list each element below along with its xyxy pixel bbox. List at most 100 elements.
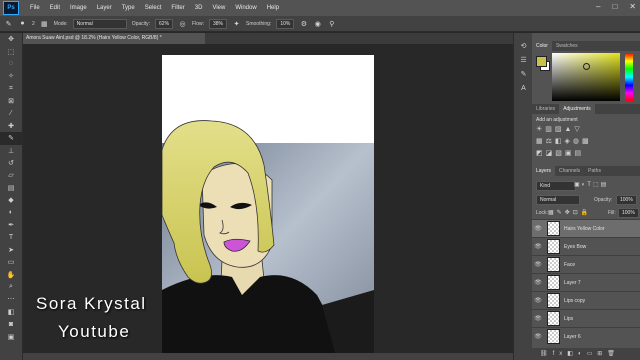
menu-3d[interactable]: 3D [190, 5, 208, 11]
layer-name: Lips copy [564, 297, 586, 304]
pen-tool-icon[interactable]: ✒ [0, 219, 22, 231]
minimize-icon[interactable]: – [596, 2, 600, 11]
layers-footer-icons[interactable]: ⛓fx◧◐▭⊞🗑 [532, 348, 640, 360]
fill-field[interactable]: 100% [618, 208, 639, 218]
opacity-field[interactable]: 62% [155, 18, 174, 29]
foreground-color-swatch[interactable] [536, 56, 547, 67]
color-picker-field[interactable] [552, 53, 620, 101]
layer-name: Eyes Bow [564, 243, 587, 250]
tab-channels[interactable]: Channels [555, 166, 584, 176]
frame-tool-icon[interactable]: ⊠ [0, 95, 22, 107]
layers-opacity-field[interactable]: 100% [616, 195, 637, 205]
blur-tool-icon[interactable]: ◆ [0, 194, 22, 206]
brush-settings-panel-icon[interactable]: ✎ [514, 67, 533, 81]
flow-field[interactable]: 38% [209, 18, 228, 29]
menu-file[interactable]: File [25, 5, 45, 11]
stamp-tool-icon[interactable]: ⊥ [0, 145, 22, 157]
pressure-size-icon[interactable]: ◉ [313, 20, 322, 28]
gradient-tool-icon[interactable]: ▤ [0, 182, 22, 194]
crop-tool-icon[interactable]: ⌗ [0, 83, 22, 95]
menu-edit[interactable]: Edit [45, 5, 65, 11]
tab-adjustments[interactable]: Adjustments [559, 104, 595, 114]
brush-settings-icon[interactable]: ▦ [40, 20, 49, 28]
watermark-line1: Sora Krystal [36, 294, 147, 313]
move-tool-icon[interactable]: ✥ [0, 33, 22, 45]
menu-filter[interactable]: Filter [166, 5, 189, 11]
eraser-tool-icon[interactable]: ▱ [0, 169, 22, 181]
marquee-tool-icon[interactable]: ⬚ [0, 45, 22, 57]
tab-paths[interactable]: Paths [584, 166, 605, 176]
menu-layer[interactable]: Layer [92, 5, 117, 11]
brush-tool-icon[interactable]: ✎ [4, 20, 13, 28]
history-brush-tool-icon[interactable]: ↺ [0, 157, 22, 169]
menu-type[interactable]: Type [117, 5, 140, 11]
hand-tool-icon[interactable]: ✋ [0, 268, 22, 280]
eye-icon[interactable]: 👁 [532, 225, 544, 232]
path-select-tool-icon[interactable]: ➤ [0, 244, 22, 256]
tab-layers[interactable]: Layers [532, 166, 556, 176]
quick-mask-icon[interactable]: ◙ [0, 318, 22, 330]
document-tab[interactable]: Amora Suaw Ainl.psd @ 18.2% (Hairs Yello… [23, 33, 205, 44]
brush-preset-icon[interactable]: ● [18, 20, 27, 27]
adjustment-icons-row1[interactable]: ☀▥▨▲▽ [536, 125, 583, 133]
tab-libraries[interactable]: Libraries [532, 104, 559, 114]
layer-filter-icons[interactable]: ▣◐T⬚▤ [574, 181, 608, 188]
brush-tool-icon[interactable]: ✎ [0, 132, 22, 145]
maximize-icon[interactable]: □ [612, 2, 617, 11]
menu-window[interactable]: Window [230, 5, 261, 11]
adjustment-icons-row3[interactable]: ◩◪▧▣▤ [536, 149, 584, 157]
eye-icon[interactable]: 👁 [532, 261, 544, 268]
airbrush-icon[interactable]: ✦ [232, 20, 241, 28]
layer-row[interactable]: 👁 Hairs Yellow Color [532, 219, 640, 237]
layer-filter-kind[interactable]: Kind [536, 181, 576, 191]
layer-row[interactable]: 👁 Lips [532, 309, 640, 327]
tab-swatches[interactable]: Swatches [552, 41, 582, 51]
color-swatch-icon[interactable]: ◧ [0, 306, 22, 318]
eye-icon[interactable]: 👁 [532, 333, 544, 340]
layer-row[interactable]: 👁 Layer 7 [532, 273, 640, 291]
lasso-tool-icon[interactable]: ◌ [0, 58, 22, 70]
document-canvas[interactable] [162, 55, 374, 360]
hue-slider[interactable] [625, 53, 633, 101]
character-icon[interactable]: A [514, 81, 533, 95]
blend-mode-select[interactable]: Normal [536, 195, 580, 205]
symmetry-icon[interactable]: ⚲ [327, 20, 336, 28]
tab-color[interactable]: Color [532, 41, 552, 51]
eye-icon[interactable]: 👁 [532, 315, 544, 322]
menu-select[interactable]: Select [140, 5, 167, 11]
menu-help[interactable]: Help [262, 5, 284, 11]
layer-row[interactable]: 👁 Face [532, 255, 640, 273]
pressure-opacity-icon[interactable]: ◎ [178, 20, 187, 28]
zoom-tool-icon[interactable]: ⌕ [0, 281, 22, 293]
menu-view[interactable]: View [207, 5, 230, 11]
eyedropper-tool-icon[interactable]: ⁄ [0, 107, 22, 119]
history-icon[interactable]: ⟲ [514, 39, 533, 53]
color-panel-tabs: Color Swatches [532, 41, 640, 51]
lock-icons[interactable]: ▦✎✥⊡🔒 [548, 209, 591, 216]
mode-select[interactable]: Normal [72, 18, 127, 29]
layer-row[interactable]: 👁 Eyes Bow [532, 237, 640, 255]
close-icon[interactable]: ✕ [629, 2, 636, 11]
eye-icon[interactable]: 👁 [532, 243, 544, 250]
eye-icon[interactable]: 👁 [532, 297, 544, 304]
screen-mode-icon[interactable]: ▣ [0, 330, 22, 342]
healing-tool-icon[interactable]: ✚ [0, 120, 22, 132]
gear-icon[interactable]: ⚙ [299, 20, 308, 28]
more-tools-icon[interactable]: ⋯ [0, 293, 22, 305]
dodge-tool-icon[interactable]: ◐ [0, 206, 22, 218]
quick-select-tool-icon[interactable]: ✧ [0, 70, 22, 82]
eye-icon[interactable]: 👁 [532, 279, 544, 286]
color-picker-cursor[interactable] [583, 63, 590, 70]
layer-thumbnail [547, 275, 560, 290]
adjustment-icons-row2[interactable]: ▦⚖◧◈◍▩ [536, 137, 592, 145]
layer-thumbnail [547, 311, 560, 326]
window-controls: – □ ✕ [596, 2, 636, 11]
layer-row[interactable]: 👁 Layer 6 [532, 327, 640, 345]
photoshop-logo: Ps [3, 1, 19, 15]
smoothing-field[interactable]: 10% [276, 18, 295, 29]
properties-icon[interactable]: ☰ [514, 53, 533, 67]
shape-tool-icon[interactable]: ▭ [0, 256, 22, 268]
menu-image[interactable]: Image [65, 5, 92, 11]
type-tool-icon[interactable]: T [0, 231, 22, 243]
layer-row[interactable]: 👁 Lips copy [532, 291, 640, 309]
